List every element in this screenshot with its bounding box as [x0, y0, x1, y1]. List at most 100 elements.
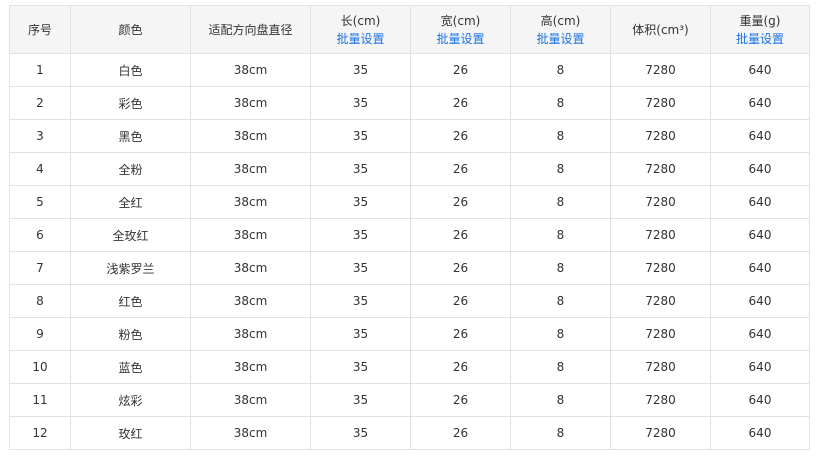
- cell-weight[interactable]: 640: [710, 350, 810, 384]
- batch-set-width-link[interactable]: 批量设置: [412, 30, 510, 48]
- cell-index: 7: [9, 251, 71, 285]
- cell-index: 4: [9, 152, 71, 186]
- cell-width[interactable]: 26: [410, 383, 511, 417]
- cell-color: 彩色: [70, 86, 191, 120]
- cell-height[interactable]: 8: [510, 317, 611, 351]
- cell-weight[interactable]: 640: [710, 152, 810, 186]
- cell-index: 1: [9, 53, 71, 87]
- batch-set-height-link[interactable]: 批量设置: [512, 30, 610, 48]
- table-body: 1 白色 38cm 35 26 8 7280 640 2 彩色 38cm 35 …: [9, 53, 810, 450]
- header-height-cell: 高(cm) 批量设置: [510, 5, 611, 54]
- cell-index: 3: [9, 119, 71, 153]
- cell-length[interactable]: 35: [310, 218, 411, 252]
- cell-length[interactable]: 35: [310, 383, 411, 417]
- cell-height[interactable]: 8: [510, 383, 611, 417]
- cell-length[interactable]: 35: [310, 152, 411, 186]
- header-height: 高(cm): [540, 13, 581, 28]
- cell-index: 8: [9, 284, 71, 318]
- cell-length[interactable]: 35: [310, 317, 411, 351]
- cell-width[interactable]: 26: [410, 218, 511, 252]
- header-weight-cell: 重量(g) 批量设置: [710, 5, 810, 54]
- cell-color: 白色: [70, 53, 191, 87]
- cell-width[interactable]: 26: [410, 251, 511, 285]
- header-width: 宽(cm): [440, 13, 481, 28]
- table-row: 12 玫红 38cm 35 26 8 7280 640: [9, 416, 810, 450]
- cell-volume: 7280: [610, 218, 711, 252]
- cell-height[interactable]: 8: [510, 152, 611, 186]
- cell-width[interactable]: 26: [410, 119, 511, 153]
- cell-index: 5: [9, 185, 71, 219]
- cell-length[interactable]: 35: [310, 86, 411, 120]
- cell-weight[interactable]: 640: [710, 416, 810, 450]
- cell-width[interactable]: 26: [410, 185, 511, 219]
- cell-wheel-diameter: 38cm: [190, 119, 311, 153]
- cell-height[interactable]: 8: [510, 416, 611, 450]
- cell-weight[interactable]: 640: [710, 185, 810, 219]
- cell-index: 9: [9, 317, 71, 351]
- cell-volume: 7280: [610, 383, 711, 417]
- cell-color: 全玫红: [70, 218, 191, 252]
- cell-wheel-diameter: 38cm: [190, 383, 311, 417]
- cell-volume: 7280: [610, 53, 711, 87]
- cell-wheel-diameter: 38cm: [190, 86, 311, 120]
- table-row: 7 浅紫罗兰 38cm 35 26 8 7280 640: [9, 251, 810, 285]
- cell-width[interactable]: 26: [410, 152, 511, 186]
- header-color: 颜色: [70, 5, 191, 54]
- cell-height[interactable]: 8: [510, 119, 611, 153]
- cell-color: 全粉: [70, 152, 191, 186]
- table-row: 2 彩色 38cm 35 26 8 7280 640: [9, 86, 810, 120]
- table-row: 10 蓝色 38cm 35 26 8 7280 640: [9, 350, 810, 384]
- cell-volume: 7280: [610, 284, 711, 318]
- cell-width[interactable]: 26: [410, 416, 511, 450]
- cell-volume: 7280: [610, 185, 711, 219]
- cell-index: 6: [9, 218, 71, 252]
- cell-width[interactable]: 26: [410, 86, 511, 120]
- cell-wheel-diameter: 38cm: [190, 152, 311, 186]
- cell-color: 黑色: [70, 119, 191, 153]
- cell-weight[interactable]: 640: [710, 86, 810, 120]
- cell-height[interactable]: 8: [510, 218, 611, 252]
- cell-height[interactable]: 8: [510, 350, 611, 384]
- cell-length[interactable]: 35: [310, 350, 411, 384]
- cell-wheel-diameter: 38cm: [190, 53, 311, 87]
- cell-length[interactable]: 35: [310, 185, 411, 219]
- cell-weight[interactable]: 640: [710, 218, 810, 252]
- cell-length[interactable]: 35: [310, 284, 411, 318]
- batch-set-length-link[interactable]: 批量设置: [312, 30, 410, 48]
- cell-volume: 7280: [610, 416, 711, 450]
- header-wheel-diameter: 适配方向盘直径: [190, 5, 311, 54]
- cell-height[interactable]: 8: [510, 251, 611, 285]
- cell-height[interactable]: 8: [510, 86, 611, 120]
- cell-weight[interactable]: 640: [710, 317, 810, 351]
- cell-width[interactable]: 26: [410, 317, 511, 351]
- cell-width[interactable]: 26: [410, 350, 511, 384]
- batch-set-weight-link[interactable]: 批量设置: [712, 30, 809, 48]
- cell-volume: 7280: [610, 251, 711, 285]
- table-row: 4 全粉 38cm 35 26 8 7280 640: [9, 152, 810, 186]
- cell-wheel-diameter: 38cm: [190, 218, 311, 252]
- cell-length[interactable]: 35: [310, 251, 411, 285]
- cell-weight[interactable]: 640: [710, 251, 810, 285]
- cell-height[interactable]: 8: [510, 53, 611, 87]
- cell-length[interactable]: 35: [310, 53, 411, 87]
- cell-volume: 7280: [610, 152, 711, 186]
- cell-height[interactable]: 8: [510, 284, 611, 318]
- table-row: 11 炫彩 38cm 35 26 8 7280 640: [9, 383, 810, 417]
- table-row: 8 红色 38cm 35 26 8 7280 640: [9, 284, 810, 318]
- cell-weight[interactable]: 640: [710, 284, 810, 318]
- cell-length[interactable]: 35: [310, 416, 411, 450]
- cell-wheel-diameter: 38cm: [190, 416, 311, 450]
- cell-wheel-diameter: 38cm: [190, 317, 311, 351]
- cell-weight[interactable]: 640: [710, 383, 810, 417]
- table-header: 序号 颜色 适配方向盘直径 长(cm) 批量设置 宽(cm) 批量设置 高(cm…: [9, 5, 810, 54]
- header-volume: 体积(cm³): [610, 5, 711, 54]
- cell-volume: 7280: [610, 317, 711, 351]
- cell-height[interactable]: 8: [510, 185, 611, 219]
- cell-length[interactable]: 35: [310, 119, 411, 153]
- cell-width[interactable]: 26: [410, 53, 511, 87]
- sku-table-container: 序号 颜色 适配方向盘直径 长(cm) 批量设置 宽(cm) 批量设置 高(cm…: [9, 5, 810, 450]
- cell-color: 浅紫罗兰: [70, 251, 191, 285]
- cell-width[interactable]: 26: [410, 284, 511, 318]
- cell-weight[interactable]: 640: [710, 119, 810, 153]
- cell-weight[interactable]: 640: [710, 53, 810, 87]
